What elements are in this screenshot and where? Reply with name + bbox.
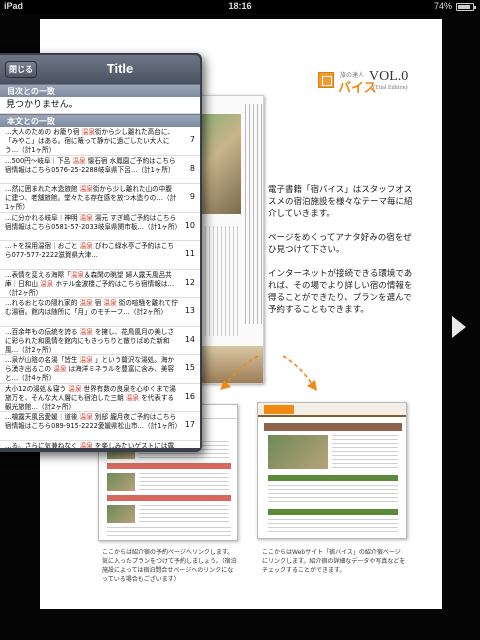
page-number: 17 xyxy=(184,420,195,429)
intro-text: 電子書籍「宿バイス」はスタッフオススメの宿泊施設を様々なテーマ毎に紹介していきま… xyxy=(268,184,418,328)
result-snippet: …然に囲まれた木造旅館 温泉街から少し離れた山の中腹に建つ、老舗旅館。堂々たる存… xyxy=(5,185,178,212)
keyword-highlight: 温泉 xyxy=(72,156,86,165)
keyword-highlight: 温泉 xyxy=(68,384,82,393)
caption-website: ここからはWebサイト「宿バイス」の紹介宿ページにリンクします。紹介宿の詳細なデ… xyxy=(262,549,406,574)
snippet-text: …に分かれる岐阜｜神明 xyxy=(5,213,80,222)
brochure-image xyxy=(200,95,264,384)
page-number: 8 xyxy=(189,163,195,173)
keyword-highlight: 温泉 xyxy=(103,299,117,307)
intro-paragraph: 電子書籍「宿バイス」はスタッフオススメの宿泊施設を様々なテーマ毎に紹介していきま… xyxy=(268,185,413,219)
search-result-row[interactable]: …れるおとなの隠れ家的 温泉 宿 温泉 街の喧騒を離れて佇む湯宿。館内は随所に「… xyxy=(0,298,200,327)
section-header-body: 本文との一致 xyxy=(0,114,200,127)
search-result-row[interactable]: …泉が山陰の名湯「皆生 温泉 」という贅沢な湯処。海から湧き出るこの 温泉 は海… xyxy=(0,355,200,384)
search-result-row[interactable]: …に分かれる岐阜｜神明 温泉 湯元 すぎ嶋ご予約はこちら宿情報はこちら0581-… xyxy=(0,213,200,241)
snippet-text: …檜露天風呂愛媛｜道後 xyxy=(5,413,80,421)
edition-label: (Trial Edition) xyxy=(373,85,408,91)
section-header-toc: 目次との一致 xyxy=(0,84,200,97)
popover-header: 閉じる Title xyxy=(0,55,200,84)
search-result-row[interactable]: …檜露天風呂愛媛｜道後 温泉 別邸 朧月夜ご予約はこちら宿情報はこちら089-9… xyxy=(0,412,200,441)
search-result-row[interactable]: …然に囲まれた木造旅館 温泉街から少し離れた山の中腹に建つ、老舗旅館。堂々たる存… xyxy=(0,184,200,213)
results-list[interactable]: 目次との一致 見つかりません。 本文との一致 …大人のための お籠り宿 温泉街か… xyxy=(0,84,200,448)
snippet-text: …る。さらに気兼ねなく xyxy=(5,441,80,449)
popover-title: Title xyxy=(106,61,134,76)
page-number: 14 xyxy=(184,334,195,344)
keyword-highlight: 温泉 xyxy=(79,185,93,193)
caption-reservation: ここからは紹介宿の予約ページへリンクします。気に入ったプランをつけて予約しましょ… xyxy=(102,549,237,583)
website-screenshot xyxy=(257,402,407,539)
volume-label: VOL.0 xyxy=(369,69,409,84)
search-result-row[interactable]: …る。さらに気兼ねなく 温泉 を楽しみたいゲストには露天風呂付き客室「松風権」が… xyxy=(0,441,200,449)
search-result-row[interactable]: …500円〜岐阜｜下呂 温泉 懐石宿 水鳳園ご予約はこちら宿情報はこちら0576… xyxy=(0,156,200,184)
result-snippet: …表情を変える海際「温泉＆森閑の眺望 婦人露天風呂共庫｜日和山 温泉 ホテル金波… xyxy=(5,271,178,298)
keyword-highlight: 温泉 xyxy=(79,242,93,250)
page-number: 10 xyxy=(184,220,195,230)
snippet-text: …大人のための お籠り宿 xyxy=(5,128,82,136)
snippet-text: …表情を変える海際「 xyxy=(5,270,71,279)
page-number: 13 xyxy=(184,306,195,315)
keyword-highlight: 温泉 xyxy=(79,413,93,421)
keyword-highlight: 温泉 xyxy=(79,327,93,336)
snippet-text: …百余年もの伝統を誇る xyxy=(5,327,80,336)
page-number: 12 xyxy=(184,277,195,287)
page-number: 7 xyxy=(189,135,195,144)
page-number: 16 xyxy=(184,391,195,401)
snippet-text: 宿 xyxy=(92,299,104,307)
status-time: 18:16 xyxy=(228,1,252,11)
ipad-screen: { "status": { "time": "18:16", "battery"… xyxy=(0,0,480,640)
snippet-text: …れるおとなの隠れ家的 xyxy=(5,299,80,307)
page-number: 15 xyxy=(184,363,195,372)
result-snippet: …る。さらに気兼ねなく 温泉 を楽しみたいゲストには露天風呂付き客室「松風権」が… xyxy=(5,442,178,449)
status-bar: iPad 18:16 74% xyxy=(0,0,480,14)
keyword-highlight: 温泉 xyxy=(53,365,67,373)
search-result-row[interactable]: …大人のための お籠り宿 温泉街から少し離れた高台に、「みやこ」はある。宿に篭っ… xyxy=(0,127,200,156)
intro-paragraph: インターネットが接続できる環境であれば、その場でより詳しい宿の情報を得ることがで… xyxy=(268,269,413,315)
keyword-highlight: 温泉 xyxy=(79,299,93,307)
yado-vice-logo: 旅の達人 バイス VOL.0 (Trial Edition) xyxy=(318,66,428,96)
snippet-text: …泉が山陰の名湯「皆生 xyxy=(5,356,80,364)
result-snippet: …500円〜岐阜｜下呂 温泉 懐石宿 水鳳園ご予約はこちら宿情報はこちら0576… xyxy=(5,157,178,175)
keyword-highlight: 温泉 xyxy=(125,393,139,402)
keyword-highlight: 温泉 xyxy=(79,213,93,222)
keyword-highlight: 温泉 xyxy=(70,270,84,279)
result-snippet: …に分かれる岐阜｜神明 温泉 湯元 すぎ嶋ご予約はこちら宿情報はこちら0581-… xyxy=(5,213,181,232)
snippet-text: 大小12の湯処＆寝う xyxy=(5,384,69,393)
snippet-text: …500円〜岐阜｜下呂 xyxy=(5,156,73,165)
result-snippet: …大人のための お籠り宿 温泉街から少し離れた高台に、「みやこ」はある。宿に篭っ… xyxy=(5,128,178,155)
keyword-highlight: 温泉 xyxy=(40,279,54,288)
snippet-text: …トを採用温宿｜おごと xyxy=(5,242,80,250)
search-result-row[interactable]: …百余年もの伝統を誇る 温泉 を擁し、花鳥風月の美しさに彩られた和風情を館内にも… xyxy=(0,327,200,355)
battery-icon xyxy=(456,3,476,11)
search-result-row[interactable]: …表情を変える海際「温泉＆森閑の眺望 婦人露天風呂共庫｜日和山 温泉 ホテル金波… xyxy=(0,270,200,298)
snippet-text: …然に囲まれた木造旅館 xyxy=(5,185,80,193)
search-results-popover: 閉じる Title 目次との一致 見つかりません。 本文との一致 …大人のための… xyxy=(0,53,202,452)
logo-cube-icon xyxy=(318,72,334,88)
result-snippet: …トを採用温宿｜おごと 温泉 びわこ緑水亭ご予約はこちら077-577-2222… xyxy=(5,242,178,260)
result-snippet: …泉が山陰の名湯「皆生 温泉 」という贅沢な湯処。海から湧き出るこの 温泉 は海… xyxy=(5,356,178,383)
next-page-arrow-icon[interactable] xyxy=(452,316,466,338)
result-snippet: …檜露天風呂愛媛｜道後 温泉 別邸 朧月夜ご予約はこちら宿情報はこちら089-9… xyxy=(5,413,181,431)
intro-paragraph: ページをめくってアナタ好みの宿をぜひ見つけて下さい。 xyxy=(268,233,412,255)
search-result-row[interactable]: 大小12の湯処＆寝う 温泉 世界有数の良泉を心ゆくまで湯旅万を、そんな大人層にも… xyxy=(0,384,200,412)
keyword-highlight: 温泉 xyxy=(81,128,95,136)
result-snippet: …百余年もの伝統を誇る 温泉 を擁し、花鳥風月の美しさに彩られた和風情を館内にも… xyxy=(5,328,178,355)
no-results-text: 見つかりません。 xyxy=(0,97,200,114)
search-result-row[interactable]: …トを採用温宿｜おごと 温泉 びわこ緑水亭ご予約はこちら077-577-2222… xyxy=(0,241,200,270)
page-number: 11 xyxy=(184,249,195,258)
keyword-highlight: 温泉 xyxy=(79,441,93,449)
result-snippet: …れるおとなの隠れ家的 温泉 宿 温泉 街の喧騒を離れて佇む湯宿。館内は随所に「… xyxy=(5,299,178,317)
page-number: 9 xyxy=(189,192,195,201)
keyword-highlight: 温泉 xyxy=(79,356,93,364)
battery-percentage: 74% xyxy=(433,1,452,11)
result-snippet: 大小12の湯処＆寝う 温泉 世界有数の良泉を心ゆくまで湯旅万を、そんな大人層にも… xyxy=(5,385,178,412)
close-button[interactable]: 閉じる xyxy=(5,61,37,78)
